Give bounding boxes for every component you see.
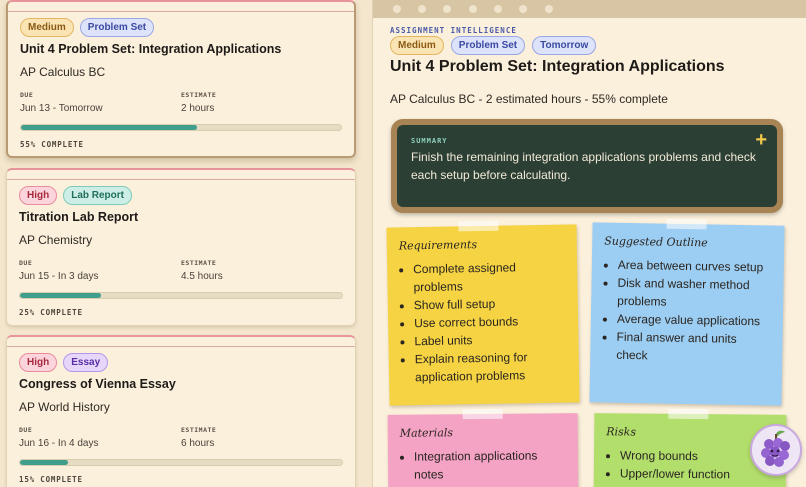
type-badge: Problem Set [450, 36, 526, 55]
card-divider [7, 179, 355, 180]
grape-icon-graphic [761, 430, 790, 467]
strip-dot [545, 5, 553, 13]
page-title: Unit 4 Problem Set: Integration Applicat… [390, 58, 725, 75]
materials-note: Materials Integration applications notes [387, 408, 579, 487]
progress-text: 15% COMPLETE [19, 475, 83, 484]
card-title: Congress of Vienna Essay [19, 377, 176, 391]
outline-note: Suggested Outline Area between curves se… [589, 218, 785, 406]
estimate-label: ESTIMATE [181, 426, 217, 434]
page-subtitle: AP Calculus BC - 2 estimated hours - 55%… [390, 92, 668, 106]
estimate-value: 4.5 hours [181, 271, 223, 282]
assignment-detail-panel: ASSIGNMENT INTELLIGENCE Medium Problem S… [372, 0, 806, 487]
summary-label: SUMMARY [411, 137, 448, 145]
list-item: Final answer and units check [616, 328, 771, 367]
progress-bar [19, 459, 343, 466]
progress-bar [20, 124, 342, 131]
priority-badge: Medium [390, 36, 444, 55]
grape-icon[interactable] [750, 424, 802, 476]
tape-decoration [668, 408, 709, 420]
tape-decoration [462, 408, 503, 420]
summary-board: SUMMARY Finish the remaining integration… [391, 119, 783, 213]
estimate-value: 2 hours [181, 103, 215, 114]
note-title: Risks [606, 425, 637, 439]
card-course: AP Calculus BC [20, 65, 106, 79]
strip-dot [393, 5, 401, 13]
note-title: Requirements [398, 238, 478, 253]
card-course: AP World History [19, 400, 110, 414]
due-label: DUE [20, 91, 34, 99]
progress-bar [19, 292, 343, 299]
panel-eyebrow: ASSIGNMENT INTELLIGENCE [390, 26, 517, 35]
due-label: DUE [19, 426, 33, 434]
priority-badge: High [19, 186, 58, 205]
note-title: Materials [399, 426, 454, 440]
progress-fill [21, 125, 197, 130]
type-badge: Problem Set [79, 18, 155, 37]
card-course: AP Chemistry [19, 233, 93, 247]
list-item: Upper/lower function [620, 464, 774, 483]
summary-text: Finish the remaining integration applica… [411, 150, 756, 182]
list-item: Explain reasoning for application proble… [415, 348, 568, 387]
strip-dot [443, 5, 451, 13]
tape-decoration [666, 218, 707, 230]
priority-badge: High [19, 353, 58, 372]
panel-top-strip [373, 0, 806, 18]
strip-dot [469, 5, 477, 13]
due-value: Jun 16 - In 4 days [19, 438, 99, 449]
plus-icon[interactable]: + [755, 129, 767, 152]
strip-dot [494, 5, 502, 13]
card-divider [8, 11, 354, 12]
card-divider [7, 346, 355, 347]
list-item: Integration applications notes [414, 446, 566, 483]
assignment-card-3[interactable]: High Essay Congress of Vienna Essay AP W… [6, 335, 356, 487]
list-item: Complete assigned problems [413, 258, 566, 297]
tape-decoration [458, 220, 499, 232]
estimate-value: 6 hours [181, 438, 215, 449]
priority-badge: Medium [20, 18, 74, 37]
requirements-note: Requirements Complete assigned problems … [386, 220, 580, 406]
strip-dot [519, 5, 527, 13]
progress-fill [20, 293, 101, 298]
due-value: Jun 15 - In 3 days [19, 271, 99, 282]
card-title: Unit 4 Problem Set: Integration Applicat… [20, 42, 282, 56]
card-title: Titration Lab Report [19, 210, 139, 224]
assignment-card-2[interactable]: High Lab Report Titration Lab Report AP … [6, 168, 356, 326]
progress-text: 25% COMPLETE [19, 308, 83, 317]
list-item: Disk and washer method problems [617, 274, 772, 313]
note-title: Suggested Outline [604, 234, 708, 250]
progress-fill [20, 460, 69, 465]
assignment-card-1[interactable]: Medium Problem Set Unit 4 Problem Set: I… [6, 0, 356, 158]
progress-text: 55% COMPLETE [20, 140, 84, 149]
due-badge: Tomorrow [532, 36, 597, 55]
due-value: Jun 13 - Tomorrow [20, 103, 103, 114]
type-badge: Lab Report [63, 186, 132, 205]
type-badge: Essay [63, 353, 109, 372]
estimate-label: ESTIMATE [181, 91, 217, 99]
strip-dot [418, 5, 426, 13]
due-label: DUE [19, 259, 33, 267]
estimate-label: ESTIMATE [181, 259, 217, 267]
